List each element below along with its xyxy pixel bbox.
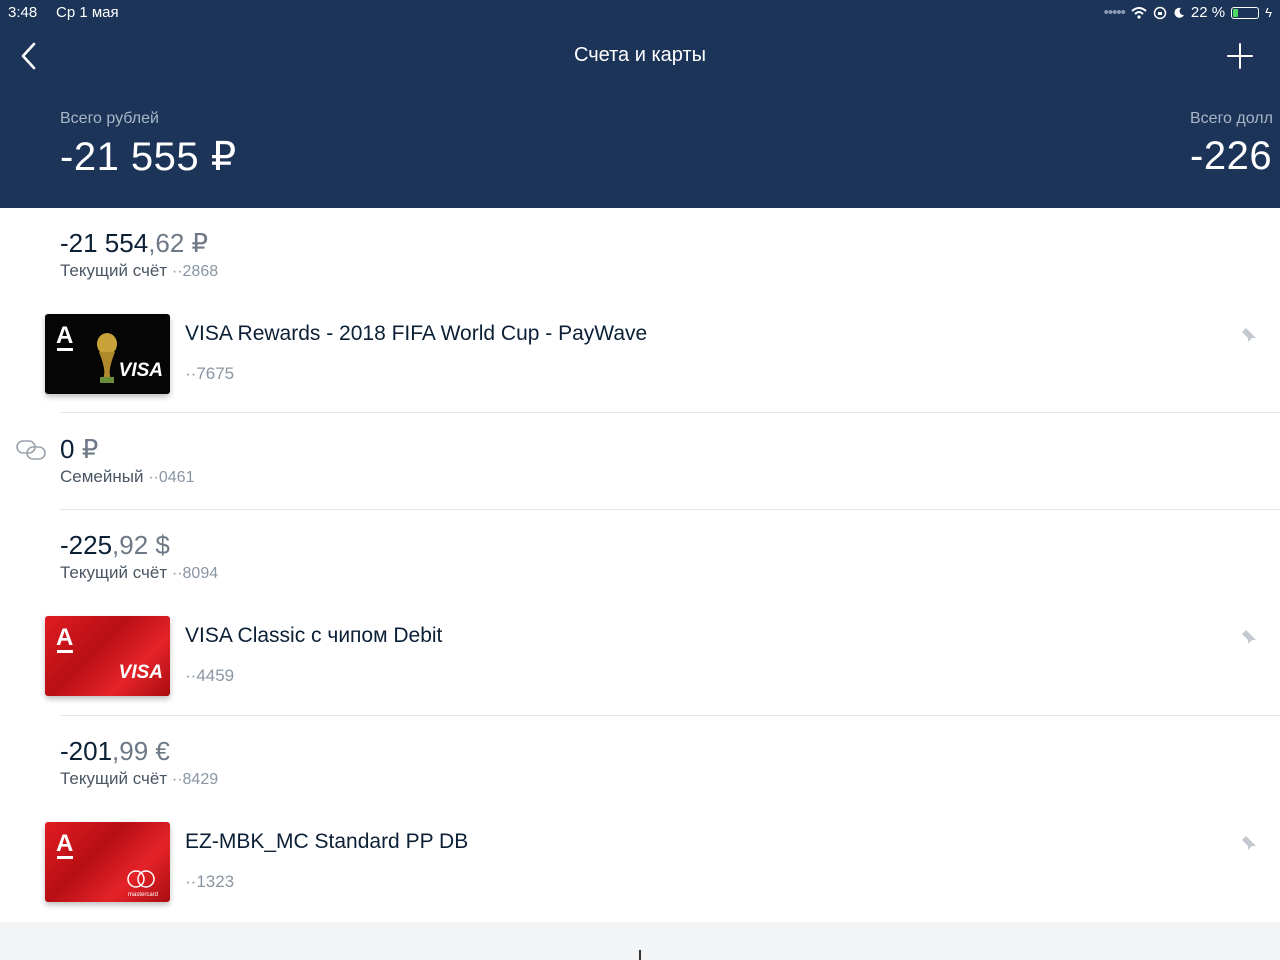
- link-icon: [16, 440, 46, 460]
- account-item[interactable]: -225,92 $ Текущий счёт ··8094: [60, 530, 218, 583]
- moon-icon: [1174, 7, 1184, 18]
- battery-icon: [1231, 6, 1260, 19]
- trophy-icon: [97, 333, 117, 383]
- pin-icon[interactable]: [1240, 834, 1258, 852]
- card-item[interactable]: A mastercard EZ-MBK_MC Standard PP DB ··…: [0, 818, 1280, 928]
- card-brand: mastercard: [127, 892, 158, 898]
- account-amount: -201,99 €: [60, 736, 218, 767]
- account-amount: 0 ₽: [60, 434, 194, 465]
- card-number: ··1323: [185, 872, 235, 891]
- card-image-visa-classic[interactable]: A VISA: [45, 616, 170, 696]
- account-number: ··8429: [171, 771, 219, 788]
- total-dollars-value: -226: [1190, 134, 1273, 178]
- account-type: Текущий счёт: [60, 563, 168, 582]
- account-type: Семейный: [60, 467, 144, 486]
- account-amount: -21 554,62 ₽: [60, 228, 218, 259]
- amount-integer: -225: [60, 530, 113, 560]
- amount-integer: 0: [60, 434, 75, 464]
- card-image-visa-worldcup[interactable]: A VISA: [45, 314, 170, 394]
- divider: [60, 509, 1280, 510]
- total-dollars: Всего долл -226: [1190, 110, 1273, 179]
- alfa-logo-icon: A: [56, 322, 74, 349]
- status-time: 3:48: [8, 4, 38, 21]
- charging-icon: ϟ: [1265, 5, 1272, 20]
- rotation-lock-icon: [1153, 6, 1167, 19]
- account-number: ··8094: [171, 565, 219, 582]
- account-item[interactable]: -21 554,62 ₽ Текущий счёт ··2868: [60, 228, 218, 281]
- amount-fraction: ,99 €: [112, 736, 170, 766]
- add-button[interactable]: [1226, 40, 1254, 72]
- page-title: Счета и карты: [574, 44, 706, 66]
- amount-fraction: ₽: [74, 434, 99, 464]
- account-type: Текущий счёт: [60, 769, 168, 788]
- account-item[interactable]: -201,99 € Текущий счёт ··8429: [60, 736, 218, 789]
- alfa-logo-icon: A: [56, 830, 74, 857]
- total-rubles: Всего рублей -21 555 ₽: [60, 110, 237, 180]
- account-subtitle: Текущий счёт ··8429: [60, 769, 218, 789]
- account-subtitle: Текущий счёт ··2868: [60, 261, 218, 281]
- amount-integer: -201: [60, 736, 113, 766]
- card-item[interactable]: A VISA VISA Classic с чипом Debit ··4459: [0, 612, 1280, 722]
- wifi-icon: [1131, 6, 1147, 19]
- pin-icon[interactable]: [1240, 326, 1258, 344]
- total-rubles-label: Всего рублей: [60, 110, 159, 127]
- amount-integer: -21 554: [60, 228, 149, 258]
- battery-percent: 22 %: [1190, 4, 1226, 21]
- total-dollars-label: Всего долл: [1190, 110, 1273, 127]
- alfa-logo-bar: [57, 856, 73, 859]
- account-type: Текущий счёт: [60, 261, 168, 280]
- card-image-mastercard[interactable]: A mastercard: [45, 822, 170, 902]
- account-item[interactable]: 0 ₽ Семейный ··0461: [60, 434, 194, 487]
- card-number: ··4459: [185, 666, 235, 685]
- card-brand: VISA: [118, 360, 163, 381]
- divider: [60, 412, 1280, 413]
- status-date: Ср 1 мая: [56, 4, 119, 21]
- account-subtitle: Текущий счёт ··8094: [60, 563, 218, 583]
- amount-fraction: ,62 ₽: [148, 228, 209, 258]
- card-brand: VISA: [118, 662, 163, 683]
- scroll-indicator: [639, 950, 641, 960]
- account-number: ··0461: [148, 469, 195, 486]
- alfa-logo-icon: A: [56, 624, 74, 651]
- account-number: ··2868: [171, 263, 219, 280]
- alfa-logo-bar: [57, 348, 73, 351]
- status-bar: 3:48 Ср 1 мая ••••• 22 % ϟ: [8, 4, 1272, 24]
- amount-fraction: ,92 $: [112, 530, 170, 560]
- plus-icon: [1227, 43, 1253, 69]
- card-title[interactable]: VISA Classic с чипом Debit: [185, 624, 442, 648]
- total-rubles-value: -21 555 ₽: [60, 135, 237, 179]
- card-title[interactable]: EZ-MBK_MC Standard PP DB: [185, 830, 468, 854]
- mastercard-icon: [127, 870, 155, 888]
- status-right: ••••• 22 % ϟ: [1104, 4, 1272, 21]
- pin-icon[interactable]: [1240, 628, 1258, 646]
- signal-dots-icon: •••••: [1103, 4, 1126, 21]
- card-number: ··7675: [185, 364, 235, 383]
- account-amount: -225,92 $: [60, 530, 218, 561]
- alfa-logo-bar: [57, 650, 73, 653]
- card-item[interactable]: A VISA VISA Rewards - 2018 FIFA World Cu…: [0, 310, 1280, 420]
- header: 3:48 Ср 1 мая ••••• 22 % ϟ Счета и карты…: [0, 0, 1280, 208]
- account-subtitle: Семейный ··0461: [60, 467, 194, 487]
- card-title[interactable]: VISA Rewards - 2018 FIFA World Cup - Pay…: [185, 322, 647, 346]
- divider: [60, 715, 1280, 716]
